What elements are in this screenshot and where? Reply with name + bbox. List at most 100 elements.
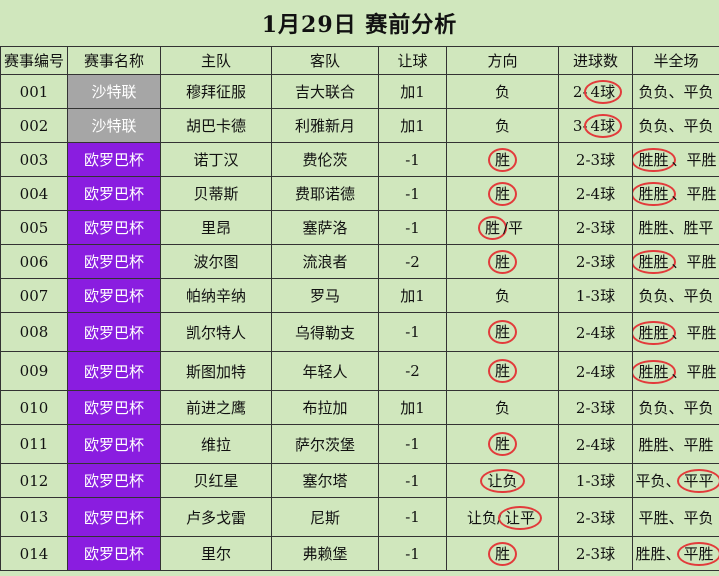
cell-direction: 胜 — [446, 244, 559, 279]
cell-ht-ft: 负负、平负 — [632, 108, 719, 143]
cell-direction: 负 — [446, 74, 559, 109]
cell-direction: 胜 — [446, 176, 559, 211]
table-row: 008 欧罗巴杯 凯尔特人 乌得勒支 -1 胜 2-4球 胜胜 、平胜 — [0, 312, 719, 352]
highlight-circle: 胜胜 — [633, 250, 676, 274]
cell-id: 012 — [0, 463, 68, 498]
header-id: 赛事编号 — [0, 46, 68, 75]
cell-away: 萨尔茨堡 — [271, 424, 379, 464]
highlight-circle: 4球 — [583, 79, 623, 104]
cell-league: 欧罗巴杯 — [67, 312, 161, 352]
cell-ht-ft: 负负、平负 — [632, 278, 719, 313]
highlight-circle: 平平 — [676, 469, 719, 493]
cell-handicap: -1 — [378, 536, 447, 571]
cell-home: 里尔 — [160, 536, 272, 571]
cell-ht-ft: 胜胜、平胜 — [632, 142, 719, 177]
table-row: 006 欧罗巴杯 波尔图 流浪者 -2 胜 2-3球 胜胜 、平胜 — [0, 244, 719, 279]
cell-home: 卢多戈雷 — [160, 497, 272, 537]
cell-ht-ft: 胜胜、平胜 — [632, 424, 719, 464]
highlight-circle: 胜 — [487, 541, 517, 566]
cell-league: 欧罗巴杯 — [67, 497, 161, 537]
cell-goals: 2-4球 — [558, 351, 633, 391]
cell-direction: 胜 — [446, 351, 559, 391]
highlight-circle: 胜胜 — [633, 359, 676, 384]
cell-league: 沙特联 — [67, 108, 161, 143]
cell-handicap: -1 — [378, 463, 447, 498]
cell-home: 贝蒂斯 — [160, 176, 272, 211]
cell-id: 011 — [0, 424, 68, 464]
highlight-circle: 胜 — [487, 432, 517, 456]
cell-handicap: -1 — [378, 312, 447, 352]
cell-away: 塞萨洛 — [271, 210, 379, 245]
cell-handicap: 加1 — [378, 278, 447, 313]
cell-league: 欧罗巴杯 — [67, 176, 161, 211]
cell-home: 维拉 — [160, 424, 272, 464]
cell-away: 布拉加 — [271, 390, 379, 425]
cell-direction: 胜 — [446, 536, 559, 571]
cell-id: 010 — [0, 390, 68, 425]
table-row: 014 欧罗巴杯 里尔 弗赖堡 -1 胜 2-3球 胜胜、 平胜 — [0, 536, 719, 571]
table-row: 010 欧罗巴杯 前进之鹰 布拉加 加1 负 2-3球 负负、平负 — [0, 390, 719, 425]
cell-away: 塞尔塔 — [271, 463, 379, 498]
table-row: 005 欧罗巴杯 里昂 塞萨洛 -1 胜/平 2-3球 胜胜、胜平 — [0, 210, 719, 245]
cell-home: 前进之鹰 — [160, 390, 272, 425]
cell-away: 尼斯 — [271, 497, 379, 537]
cell-home: 里昂 — [160, 210, 272, 245]
cell-goals: 2-4球 — [558, 312, 633, 352]
table-row: 011 欧罗巴杯 维拉 萨尔茨堡 -1 胜 2-4球 胜胜、平胜 — [0, 424, 719, 464]
cell-league: 欧罗巴杯 — [67, 244, 161, 279]
cell-goals: 2-3球 — [558, 390, 633, 425]
cell-handicap: 加1 — [378, 74, 447, 109]
cell-league: 欧罗巴杯 — [67, 210, 161, 245]
header-ht-ft: 半全场 — [632, 46, 719, 75]
highlight-circle: 胜胜 — [633, 148, 676, 172]
cell-id: 004 — [0, 176, 68, 211]
spreadsheet: 1月29日 赛前分析 赛事编号 赛事名称 主队 客队 让球 方向 进球数 半全场… — [0, 0, 719, 576]
cell-handicap: 加1 — [378, 390, 447, 425]
cell-league: 欧罗巴杯 — [67, 278, 161, 313]
header-row: 赛事编号 赛事名称 主队 客队 让球 方向 进球数 半全场 — [0, 46, 719, 75]
highlight-circle: 胜 — [487, 249, 517, 274]
cell-home: 贝红星 — [160, 463, 272, 498]
highlight-circle: 平胜 — [676, 542, 719, 566]
cell-league: 欧罗巴杯 — [67, 351, 161, 391]
table-row: 007 欧罗巴杯 帕纳辛纳 罗马 加1 负 1-3球 负负、平负 — [0, 278, 719, 313]
cell-handicap: -2 — [378, 244, 447, 279]
highlight-circle: 胜胜 — [633, 320, 676, 345]
cell-league: 欧罗巴杯 — [67, 463, 161, 498]
cell-league: 沙特联 — [67, 74, 161, 109]
cell-home: 穆拜征服 — [160, 74, 272, 109]
cell-away: 罗马 — [271, 278, 379, 313]
cell-away: 利雅新月 — [271, 108, 379, 143]
page-title: 1月29日 赛前分析 — [0, 0, 719, 47]
header-goals: 进球数 — [558, 46, 633, 75]
cell-goals: 2-4球 — [558, 74, 633, 109]
cell-goals: 1-3球 — [558, 278, 633, 313]
cell-id: 001 — [0, 74, 68, 109]
cell-goals: 2-3球 — [558, 210, 633, 245]
cell-away: 乌得勒支 — [271, 312, 379, 352]
cell-ht-ft: 平负、 平平 — [632, 463, 719, 498]
header-direction: 方向 — [446, 46, 559, 75]
cell-handicap: 加1 — [378, 108, 447, 143]
cell-id: 007 — [0, 278, 68, 313]
cell-home: 斯图加特 — [160, 351, 272, 391]
cell-id: 002 — [0, 108, 68, 143]
cell-goals: 3- 4球 — [558, 108, 633, 143]
cell-ht-ft: 负负、平负 — [632, 74, 719, 109]
cell-home: 诺丁汉 — [160, 142, 272, 177]
table-row: 003 欧罗巴杯 诺丁汉 费伦茨 -1 胜 2-3球 胜胜 、平胜 — [0, 142, 719, 177]
cell-ht-ft: 胜胜、平胜 — [632, 176, 719, 211]
cell-direction: 让负 — [446, 463, 559, 498]
cell-goals: 1-3球 — [558, 463, 633, 498]
table-row: 012 欧罗巴杯 贝红星 塞尔塔 -1 让负 1-3球 平负、 平平 — [0, 463, 719, 498]
cell-id: 006 — [0, 244, 68, 279]
cell-handicap: -1 — [378, 210, 447, 245]
table-row: 001 沙特联 穆拜征服 吉大联合 加1 负 2- 4球 负负、平负 — [0, 74, 719, 109]
cell-home: 波尔图 — [160, 244, 272, 279]
cell-league: 欧罗巴杯 — [67, 536, 161, 571]
cell-ht-ft: 胜胜、平胜 — [632, 351, 719, 391]
cell-home: 胡巴卡德 — [160, 108, 272, 143]
highlight-circle: 胜 — [487, 147, 517, 172]
cell-handicap: -1 — [378, 176, 447, 211]
cell-away: 流浪者 — [271, 244, 379, 279]
